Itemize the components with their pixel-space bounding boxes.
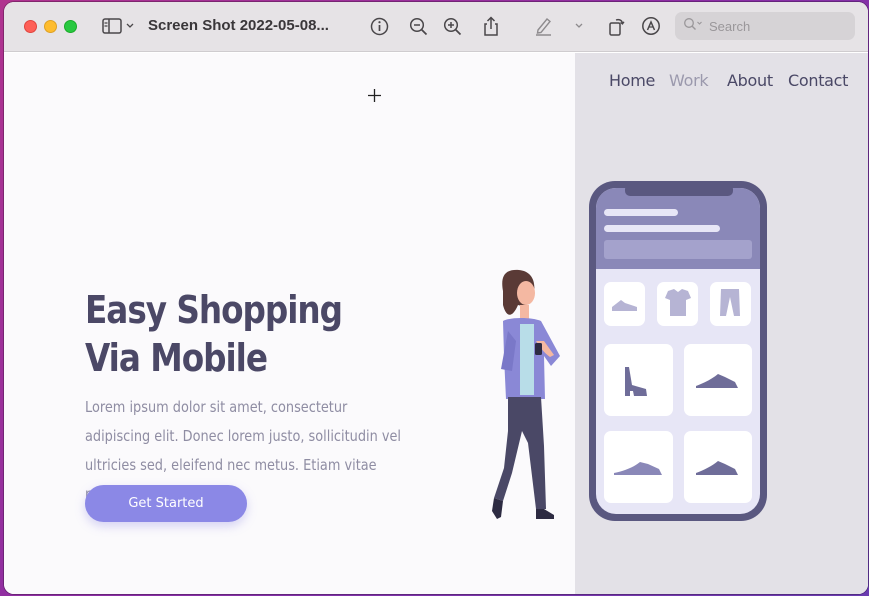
preview-window: Screen Shot 2022-05-08... Search Home Wo…: [4, 2, 868, 594]
info-icon[interactable]: [368, 14, 390, 38]
zoom-out-icon[interactable]: [407, 14, 429, 38]
minimize-window-button[interactable]: [44, 20, 57, 33]
woman-illustration: [492, 269, 560, 519]
search-icon: [683, 17, 703, 36]
hero-headline: Easy Shopping Via Mobile: [85, 286, 343, 382]
zoom-in-icon[interactable]: [441, 14, 463, 38]
share-icon[interactable]: [480, 14, 502, 38]
close-window-button[interactable]: [24, 20, 37, 33]
markup-icon[interactable]: [640, 14, 662, 38]
chevron-down-icon[interactable]: [125, 14, 135, 38]
title-bar: Screen Shot 2022-05-08... Search: [4, 2, 868, 52]
document-title: Screen Shot 2022-05-08...: [148, 17, 329, 34]
search-field[interactable]: Search: [675, 12, 855, 40]
document-content: Home Work About Contact Easy Shopping Vi…: [4, 53, 868, 594]
hero-headline-line2: Via Mobile: [85, 336, 268, 380]
phone-illustration: [589, 181, 767, 521]
crosshair-cursor-icon: [367, 88, 382, 108]
rotate-icon[interactable]: [605, 14, 627, 38]
nav-home-link[interactable]: Home: [609, 71, 655, 90]
nav-about-link[interactable]: About: [727, 71, 773, 90]
get-started-button[interactable]: Get Started: [85, 485, 247, 522]
shopping-illustration: [492, 181, 767, 521]
nav-work-link[interactable]: Work: [669, 71, 709, 90]
search-placeholder: Search: [709, 18, 751, 34]
nav-contact-link[interactable]: Contact: [788, 71, 848, 90]
hero-headline-line1: Easy Shopping: [85, 288, 343, 332]
sidebar-toggle-icon[interactable]: [100, 14, 124, 38]
zoom-window-button[interactable]: [64, 20, 77, 33]
highlight-pen-icon[interactable]: [532, 14, 554, 38]
chevron-down-icon[interactable]: [573, 14, 585, 38]
